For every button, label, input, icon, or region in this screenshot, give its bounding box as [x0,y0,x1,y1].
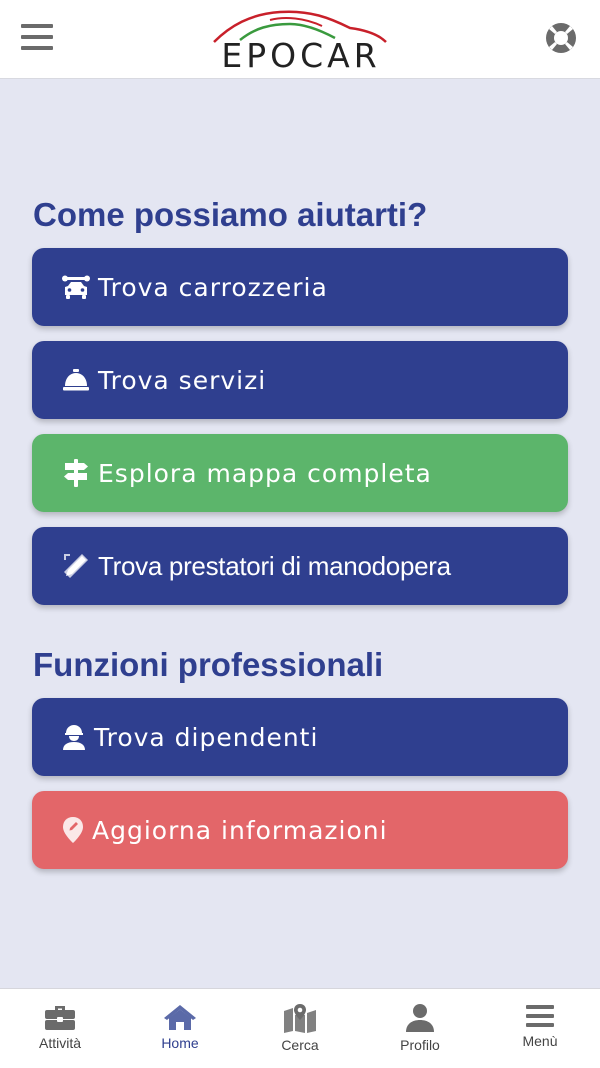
nav-search-label: Cerca [281,1037,319,1053]
nav-home-label: Home [161,1035,199,1051]
nav-home[interactable]: Home [120,989,240,1068]
nav-activity[interactable]: Attività [0,989,120,1068]
nav-menu[interactable]: Menù [480,989,600,1068]
find-employees-label: Trova dipendenti [94,722,319,752]
find-services-button[interactable]: Trova servizi [32,341,568,419]
lifebuoy-icon[interactable] [544,21,578,55]
briefcase-icon [45,1006,75,1030]
home-icon [164,1005,196,1030]
nav-search[interactable]: Cerca [240,989,360,1068]
logo-text: EPOCAR [221,36,381,75]
nav-profile-label: Profilo [400,1037,440,1053]
help-section-title: Come possiamo aiutarti? [33,196,428,233]
top-bar: EPOCAR [0,0,600,79]
nav-profile[interactable]: Profilo [360,989,480,1068]
epocar-logo[interactable]: EPOCAR [210,8,392,75]
car-wrench-icon [62,273,90,301]
find-body-shop-button[interactable]: Trova carrozzeria [32,248,568,326]
user-icon [406,1004,434,1032]
pro-section-title: Funzioni professionali [33,646,384,683]
pencil-ruler-icon [62,552,90,580]
bars-icon [526,1005,554,1027]
map-marker-icon [284,1004,316,1033]
find-labor-providers-label: Trova prestatori di manodopera [98,550,451,581]
update-info-label: Aggiorna informazioni [92,815,388,845]
hamburger-icon[interactable] [21,24,53,52]
explore-map-button[interactable]: Esplora mappa completa [32,434,568,512]
find-services-label: Trova servizi [98,365,267,395]
update-info-button[interactable]: Aggiorna informazioni [32,791,568,869]
nav-menu-label: Menù [522,1033,558,1049]
find-labor-providers-button[interactable]: Trova prestatori di manodopera [32,527,568,605]
find-employees-button[interactable]: Trova dipendenti [32,698,568,776]
nav-activity-label: Attività [38,1035,81,1051]
map-pin-edit-icon [62,816,84,844]
signpost-icon [62,459,90,487]
concierge-bell-icon [62,366,90,394]
find-body-shop-label: Trova carrozzeria [98,272,328,302]
bottom-navigation: Attività Home Cerca Profilo Menù [0,988,600,1068]
explore-map-label: Esplora mappa completa [98,458,432,488]
hard-hat-worker-icon [62,723,86,751]
